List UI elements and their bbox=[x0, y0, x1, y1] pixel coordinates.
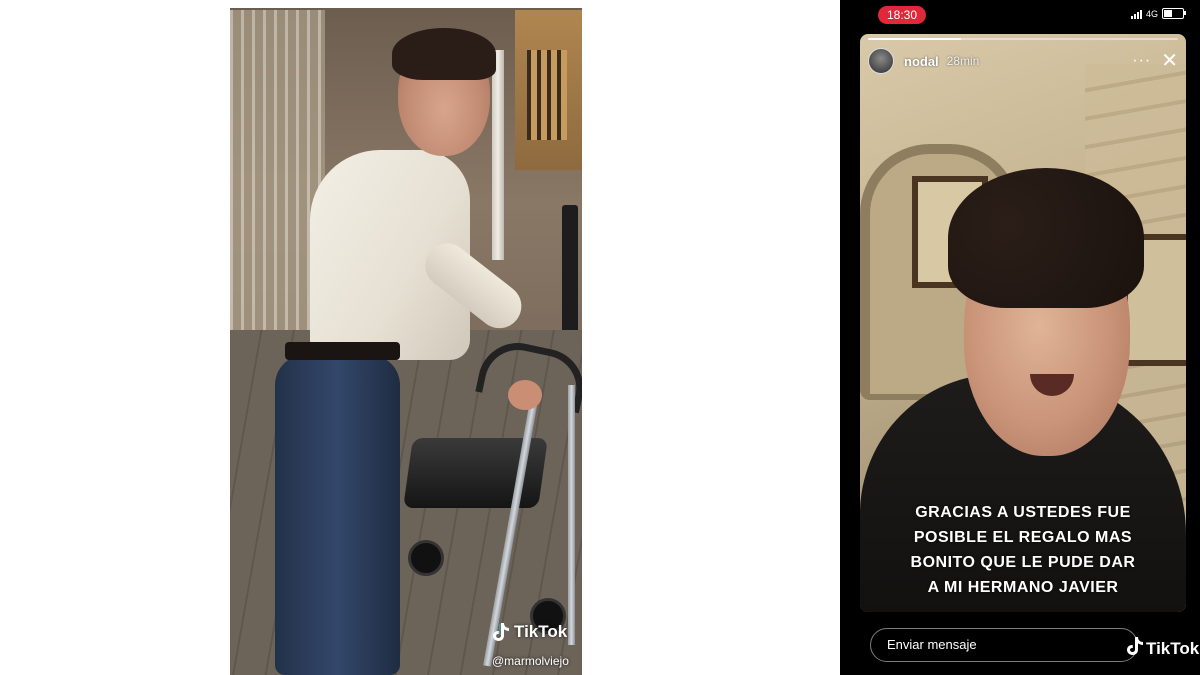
battery-icon bbox=[1162, 8, 1186, 19]
caption-line: POSIBLE EL REGALO MAS bbox=[913, 529, 1133, 546]
tiktok-logo-icon bbox=[492, 622, 510, 642]
send-message-input[interactable]: Enviar mensaje bbox=[870, 628, 1138, 662]
tiktok-watermark: TikTok bbox=[1126, 636, 1199, 661]
story-username[interactable]: nodal bbox=[904, 54, 939, 69]
street-pole bbox=[492, 50, 504, 260]
caption-line: A MI HERMANO JAVIER bbox=[927, 579, 1119, 596]
person-belt bbox=[285, 342, 400, 360]
network-label: 4G bbox=[1145, 8, 1158, 19]
more-icon[interactable]: ··· bbox=[1132, 52, 1151, 70]
street-bollard bbox=[562, 205, 578, 345]
instagram-story-screen: 18:30 4G nodal 28min ··· ✕ GRACIAS A UST… bbox=[840, 0, 1200, 675]
status-indicators: 4G bbox=[1130, 8, 1186, 19]
caption-line: GRACIAS A USTEDES FUE bbox=[915, 504, 1131, 521]
tiktok-username: @marmolviejo bbox=[492, 654, 569, 668]
tiktok-label: TikTok bbox=[1146, 638, 1200, 658]
tiktok-logo-icon bbox=[1126, 636, 1144, 661]
story-caption: GRACIAS A USTEDES FUE POSIBLE EL REGALO … bbox=[860, 500, 1186, 600]
story-timestamp: 28min bbox=[946, 54, 980, 68]
caption-line: BONITO QUE LE PUDE DAR bbox=[910, 554, 1136, 571]
tiktok-watermark: TikTok bbox=[492, 622, 567, 642]
tiktok-label: TikTok bbox=[514, 622, 568, 641]
person-hair bbox=[392, 28, 496, 80]
close-icon[interactable]: ✕ bbox=[1161, 51, 1178, 71]
person-hand bbox=[508, 380, 542, 410]
walker-wheel bbox=[408, 540, 444, 576]
person-jeans bbox=[275, 355, 400, 675]
phone-status-bar: 18:30 4G bbox=[840, 0, 1200, 30]
avatar-icon[interactable] bbox=[868, 48, 894, 74]
story-progress-bar bbox=[868, 38, 1178, 40]
signal-icon bbox=[1130, 9, 1142, 19]
story-header: nodal 28min ··· ✕ bbox=[868, 46, 1178, 76]
story-content[interactable]: nodal 28min ··· ✕ GRACIAS A USTEDES FUE … bbox=[860, 34, 1186, 612]
cropped-top-strip bbox=[230, 0, 582, 8]
walker-frame-back bbox=[568, 385, 575, 645]
status-time: 18:30 bbox=[878, 6, 926, 24]
person-hair bbox=[948, 168, 1144, 308]
building-background bbox=[515, 10, 582, 170]
tiktok-video-frame: TikTok @marmolviejo bbox=[230, 0, 582, 675]
